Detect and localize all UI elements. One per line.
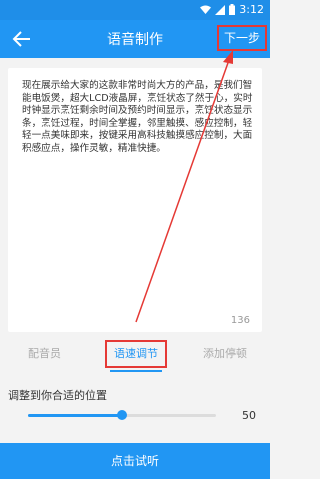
speed-slider-label: 调整到你合适的位置 [8, 389, 107, 402]
preview-listen-button[interactable]: 点击试听 [0, 443, 270, 479]
speed-slider[interactable] [28, 410, 216, 420]
speed-slider-thumb[interactable] [117, 410, 127, 420]
tab-add-pause[interactable]: 添加停顿 [203, 345, 247, 361]
char-count: 136 [230, 315, 250, 326]
battery-icon [229, 4, 236, 15]
text-editor-card[interactable]: 现在展示给大家的这款非常时尚大方的产品，是我们智能电饭煲，超大LCD液晶屏，烹饪… [8, 68, 262, 332]
wifi-icon [200, 5, 212, 14]
tab-voice-actor[interactable]: 配音员 [28, 345, 61, 361]
app-bar: 语音制作 下一步 [0, 20, 270, 58]
script-text[interactable]: 现在展示给大家的这款非常时尚大方的产品，是我们智能电饭煲，超大LCD液晶屏，烹饪… [22, 80, 256, 155]
tab-speed-adjust[interactable]: 语速调节 [105, 340, 167, 368]
status-time: 3:12 [239, 3, 264, 16]
status-bar: 3:12 [0, 0, 270, 20]
speed-slider-fill [28, 414, 122, 417]
status-icons: 3:12 [200, 3, 264, 16]
active-tab-indicator [110, 370, 162, 372]
next-step-button[interactable]: 下一步 [217, 25, 267, 51]
speed-value: 50 [242, 409, 256, 422]
signal-icon [215, 4, 226, 15]
